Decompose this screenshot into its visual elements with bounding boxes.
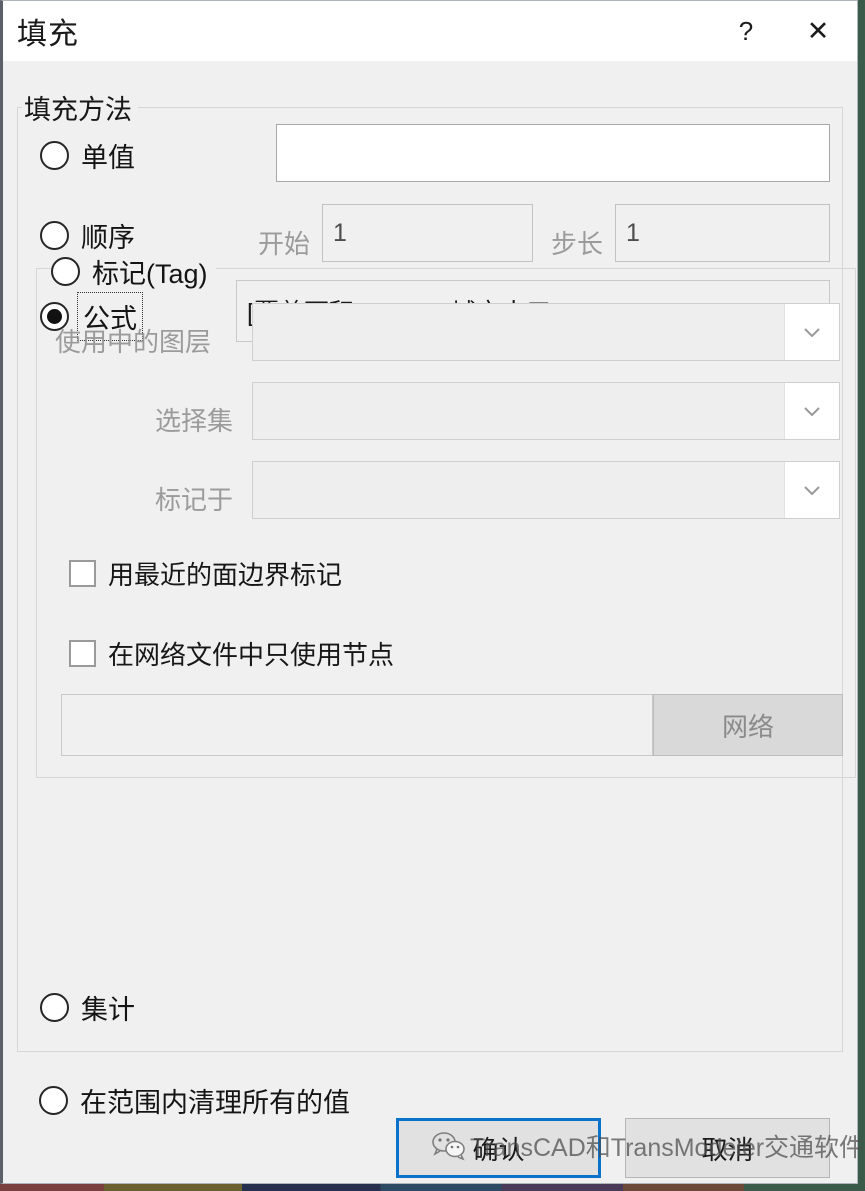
- title-bar: 填充 ? ✕: [3, 1, 857, 61]
- checkbox-nodes-only-label: 在网络文件中只使用节点: [108, 640, 395, 670]
- radio-single-value-button[interactable]: [40, 141, 69, 170]
- step-input[interactable]: 1: [615, 204, 830, 262]
- fill-method-group: 填充方法 单值 顺序 开始 1 步长 1 公式 [覆盖面积]/ Area* [城…: [17, 88, 856, 1052]
- tag-group: 标记(Tag) 使用中的图层 选择集 标记于 用最近的面边界标记 在网络文件中只…: [36, 252, 856, 778]
- chevron-down-icon[interactable]: [784, 383, 839, 439]
- selection-set-label: 选择集: [155, 406, 234, 436]
- step-label: 步长: [551, 229, 604, 259]
- chevron-down-icon[interactable]: [784, 462, 839, 518]
- tag-with-dropdown[interactable]: [252, 461, 840, 519]
- radio-clear-all-in-range[interactable]: 在范围内清理所有的值: [39, 1081, 350, 1120]
- start-input[interactable]: 1: [322, 204, 533, 262]
- title-bar-buttons: ? ✕: [713, 1, 857, 61]
- radio-sequence-label: 顺序: [81, 223, 135, 253]
- radio-tag-button[interactable]: [51, 257, 80, 286]
- radio-sequence[interactable]: 顺序: [40, 216, 135, 255]
- radio-sequence-button[interactable]: [40, 221, 69, 250]
- fill-dialog: 填充 ? ✕ 填充方法 单值 顺序 开始 1 步长 1 公式 标记(Tag) 使…: [0, 0, 858, 1184]
- network-file-input[interactable]: [61, 694, 653, 756]
- tag-with-label: 标记于: [155, 485, 234, 515]
- active-layer-dropdown[interactable]: [252, 303, 840, 361]
- active-layer-value: [253, 304, 784, 360]
- fill-method-group-label: 填充方法: [22, 88, 138, 127]
- radio-aggregate-button[interactable]: [40, 993, 69, 1022]
- ok-button[interactable]: 确认: [396, 1118, 601, 1178]
- help-icon[interactable]: ?: [713, 1, 779, 61]
- active-layer-label: 使用中的图层: [55, 327, 212, 357]
- dialog-title: 填充: [17, 18, 79, 51]
- radio-clear-all-in-range-button[interactable]: [39, 1086, 68, 1115]
- dialog-body: 填充方法 单值 顺序 开始 1 步长 1 公式 [覆盖面积]/ Area* [城…: [3, 61, 857, 1183]
- radio-single-value[interactable]: 单值: [40, 136, 135, 175]
- selection-set-value: [253, 383, 784, 439]
- radio-single-value-label: 单值: [81, 143, 135, 173]
- checkbox-nodes-only-box[interactable]: [69, 640, 96, 667]
- checkbox-nearest-area-label: 用最近的面边界标记: [108, 560, 343, 590]
- checkbox-nearest-area-box[interactable]: [69, 560, 96, 587]
- single-value-input[interactable]: [276, 124, 830, 182]
- radio-clear-all-in-range-label: 在范围内清理所有的值: [80, 1088, 350, 1118]
- checkbox-nearest-area[interactable]: 用最近的面边界标记: [69, 555, 342, 592]
- chevron-down-icon[interactable]: [784, 304, 839, 360]
- radio-aggregate-label: 集计: [81, 995, 135, 1025]
- close-icon[interactable]: ✕: [779, 1, 857, 61]
- radio-aggregate[interactable]: 集计: [40, 988, 135, 1027]
- selection-set-dropdown[interactable]: [252, 382, 840, 440]
- tag-with-value: [253, 462, 784, 518]
- network-button[interactable]: 网络: [653, 694, 843, 756]
- checkbox-nodes-only[interactable]: 在网络文件中只使用节点: [69, 635, 394, 672]
- cancel-button[interactable]: 取消: [625, 1118, 830, 1178]
- radio-tag[interactable]: 标记(Tag): [51, 252, 216, 291]
- radio-tag-label: 标记(Tag): [92, 259, 208, 289]
- start-label: 开始: [258, 229, 311, 259]
